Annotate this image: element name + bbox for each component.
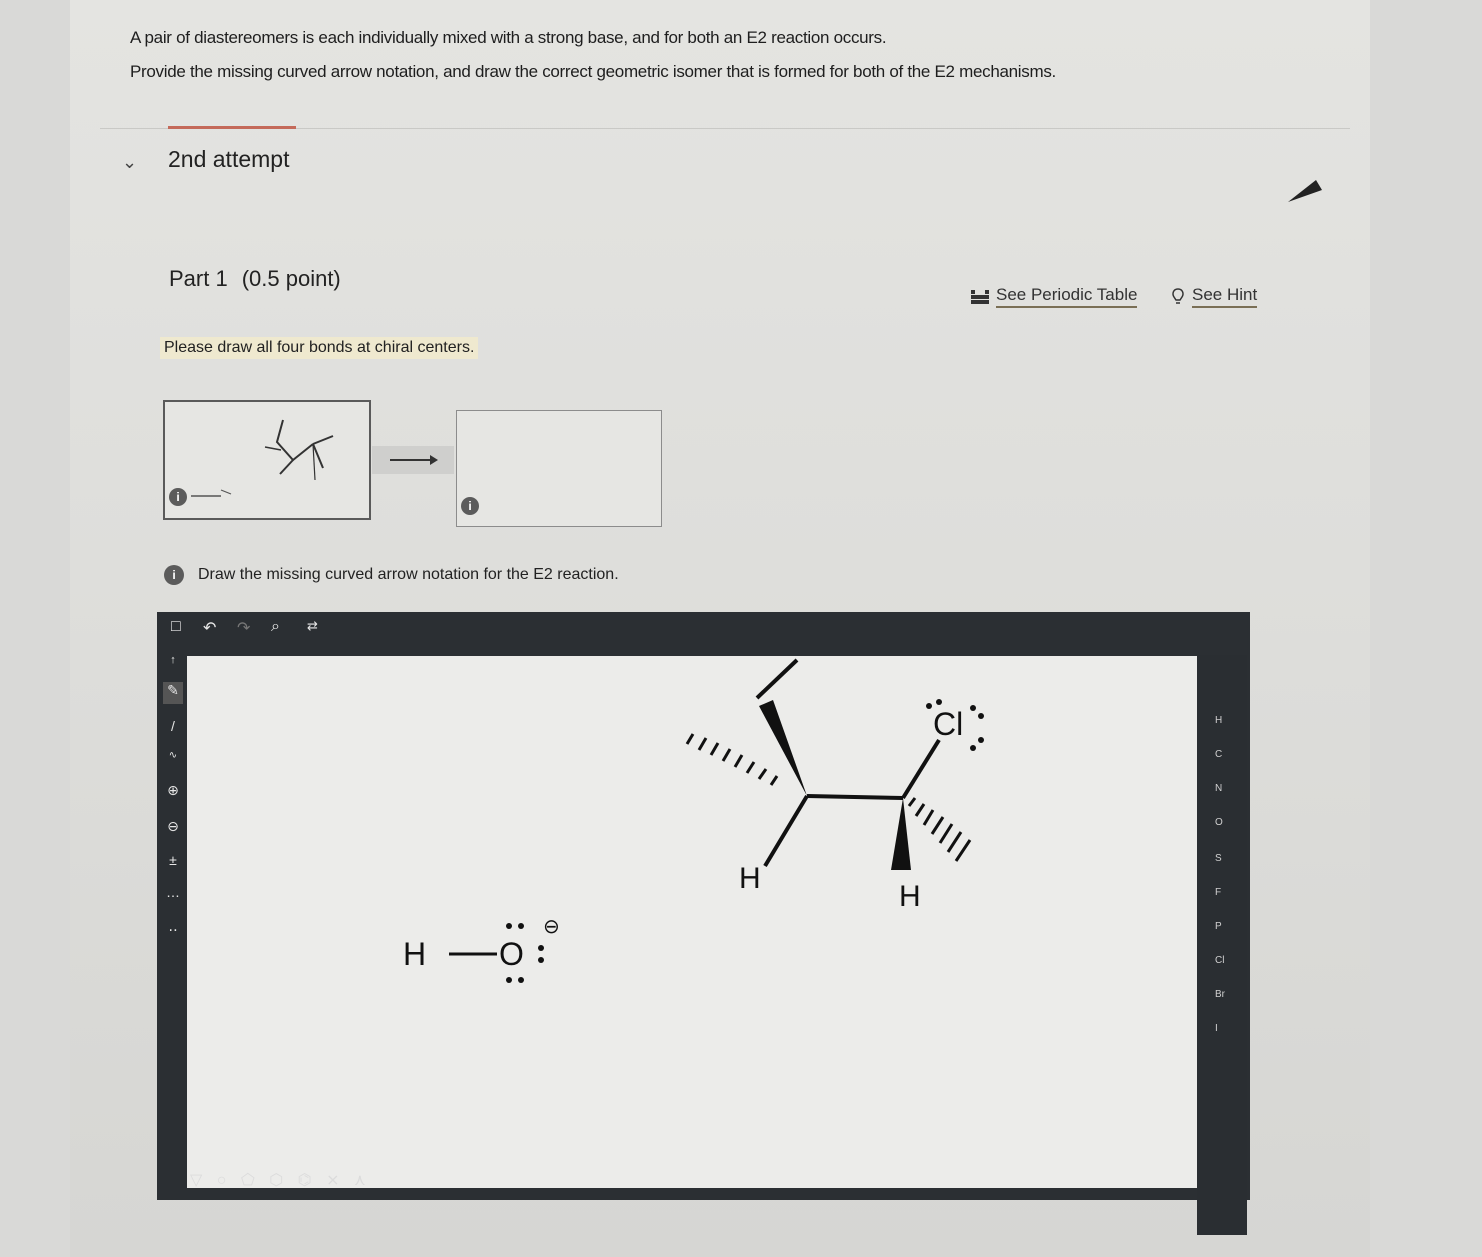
clean-structure-icon[interactable]: ⇄ [307, 618, 318, 634]
hint-label: See Hint [1192, 285, 1258, 308]
chevron-down-icon[interactable]: ⌄ [122, 152, 137, 173]
product-thumbnail[interactable]: i [456, 410, 662, 527]
hydrogen-right-label[interactable]: H [899, 880, 921, 914]
reaction-arrow-icon [390, 455, 438, 465]
part-heading: Part 1 (0.5 point) [169, 266, 341, 292]
negative-charge-label: ⊖ [543, 916, 560, 938]
chlorine-atom-label[interactable]: Cl [933, 706, 963, 743]
see-hint-link[interactable]: See Hint [1170, 285, 1258, 308]
single-bond-tool-icon[interactable]: / [165, 718, 181, 734]
eraser-icon[interactable]: ✎ [163, 682, 183, 704]
instruction-info-icon[interactable]: i [164, 565, 184, 585]
element-h-button[interactable]: H [1215, 715, 1222, 726]
stereo-template-icon[interactable]: ⋏ [354, 1170, 366, 1190]
element-n-button[interactable]: N [1215, 783, 1222, 794]
chiral-centers-notice: Please draw all four bonds at chiral cen… [160, 337, 479, 359]
zoom-icon[interactable]: ⌕ [271, 618, 280, 636]
hashed-bond-right [907, 797, 972, 862]
benzene-icon[interactable]: ⌬ [298, 1170, 312, 1190]
drawing-editor: □ ↶ ↷ ⌕ ⇄ ↑ ✎ / ∿ ⊕ ⊖ ± … ‥ Cl H H H O ⊖ [157, 612, 1250, 1200]
divider-accent [168, 126, 296, 129]
element-br-button[interactable]: Br [1215, 989, 1225, 1000]
element-cl-button[interactable]: Cl [1215, 955, 1224, 966]
element-p-button[interactable]: P [1215, 921, 1222, 932]
select-tool-icon[interactable]: ↑ [165, 654, 181, 666]
reaction-arrow-box [372, 446, 454, 474]
mouse-cursor-icon [1288, 180, 1322, 202]
hydrogen-left-label[interactable]: H [739, 862, 761, 896]
cyclobutane-icon[interactable]: ○ [217, 1172, 227, 1190]
base-hydrogen-label[interactable]: H [403, 936, 426, 973]
positive-charge-icon[interactable]: ⊕ [165, 782, 181, 799]
reactant-thumbnail[interactable]: i [163, 400, 371, 520]
molecule-structure [449, 658, 984, 983]
instruction-text: Draw the missing curved arrow notation f… [198, 566, 619, 583]
undo-icon[interactable]: ↶ [203, 618, 216, 638]
product-info-icon[interactable]: i [461, 497, 479, 515]
question-line-1: A pair of diastereomers is each individu… [130, 28, 887, 47]
attempt-label[interactable]: 2nd attempt [168, 146, 289, 173]
see-periodic-table-link[interactable]: See Periodic Table [970, 285, 1138, 308]
lightbulb-icon [1172, 287, 1184, 304]
drawing-canvas[interactable]: Cl H H H O ⊖ [187, 656, 1218, 1188]
reactant-info-icon[interactable]: i [169, 488, 187, 506]
editor-bottom-toolbar: ▽ ○ ⬠ ⬡ ⌬ ⨯ ⋏ [190, 1170, 376, 1196]
chain-template-icon[interactable]: ⨯ [326, 1170, 339, 1190]
element-toolbar: H C N O S F P Cl Br I [1197, 655, 1247, 1235]
redo-icon[interactable]: ↷ [237, 618, 250, 638]
element-c-button[interactable]: C [1215, 749, 1222, 760]
electron-pair-icon[interactable]: … [165, 884, 181, 900]
radical-tool-icon[interactable]: ± [165, 852, 181, 868]
ring-template-icon[interactable]: ▽ [190, 1170, 202, 1190]
editor-left-toolbar: ↑ ✎ / ∿ ⊕ ⊖ ± … ‥ [157, 646, 187, 1166]
element-o-button[interactable]: O [1215, 817, 1223, 828]
lone-pair-icon[interactable]: ‥ [165, 918, 181, 935]
element-i-button[interactable]: I [1215, 1023, 1218, 1034]
cyclopentane-icon[interactable]: ⬠ [241, 1170, 255, 1190]
question-line-2: Provide the missing curved arrow notatio… [130, 62, 1056, 81]
new-document-icon[interactable]: □ [171, 618, 181, 636]
reactant-thumbnail-structure [191, 419, 334, 497]
element-s-button[interactable]: S [1215, 853, 1222, 864]
periodic-table-label: See Periodic Table [996, 285, 1138, 308]
cyclohexane-icon[interactable]: ⬡ [269, 1170, 283, 1190]
hashed-bond-left [685, 733, 779, 786]
element-f-button[interactable]: F [1215, 887, 1221, 898]
part-title: Part 1 [169, 266, 228, 291]
editor-top-toolbar: □ ↶ ↷ ⌕ ⇄ [157, 612, 1250, 646]
periodic-table-icon [971, 289, 989, 304]
part-points: (0.5 point) [241, 266, 341, 291]
base-oxygen-label[interactable]: O [499, 936, 524, 973]
chain-tool-icon[interactable]: ∿ [165, 750, 181, 761]
negative-charge-icon[interactable]: ⊖ [165, 818, 181, 835]
